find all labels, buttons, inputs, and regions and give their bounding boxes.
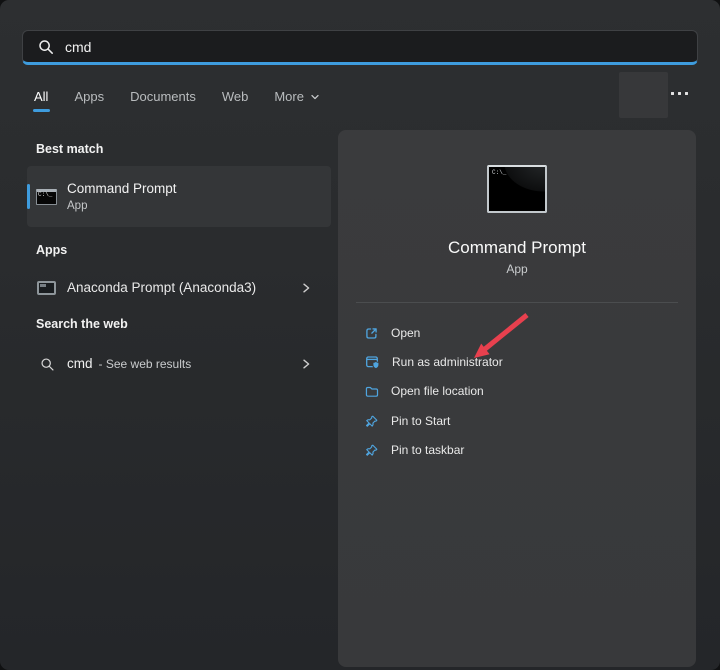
tab-more-label: More xyxy=(274,89,304,104)
tab-documents[interactable]: Documents xyxy=(130,89,196,104)
search-filter-tabs: All Apps Documents Web More xyxy=(34,89,320,104)
pin-icon xyxy=(364,414,379,429)
tab-web[interactable]: Web xyxy=(222,89,249,104)
web-result-suffix: - See web results xyxy=(99,357,192,371)
action-pin-to-taskbar[interactable]: Pin to taskbar xyxy=(338,435,696,465)
dot-icon xyxy=(685,92,688,95)
selection-accent-bar xyxy=(27,184,30,209)
console-window-icon xyxy=(37,281,56,295)
action-label: Run as administrator xyxy=(392,355,503,369)
action-label: Pin to taskbar xyxy=(391,443,464,457)
divider xyxy=(356,302,678,303)
tab-more[interactable]: More xyxy=(274,89,320,104)
windows-search-flyout: cmd All Apps Documents Web More Best mat… xyxy=(0,0,720,670)
action-label: Open xyxy=(391,326,420,340)
more-options-button[interactable] xyxy=(671,92,688,95)
chevron-down-icon xyxy=(310,92,320,102)
action-pin-to-start[interactable]: Pin to Start xyxy=(338,406,696,436)
tab-all[interactable]: All xyxy=(34,89,48,104)
web-result-text: cmd - See web results xyxy=(67,355,191,373)
action-open-file-location[interactable]: Open file location xyxy=(338,376,696,406)
cmd-icon-glyph: C:\_ xyxy=(492,169,506,176)
dot-icon xyxy=(678,92,681,95)
pin-icon xyxy=(364,443,379,458)
preview-title: Command Prompt xyxy=(338,238,696,258)
hover-highlight xyxy=(619,72,668,118)
action-label: Pin to Start xyxy=(391,414,450,428)
web-result-cmd[interactable]: cmd - See web results xyxy=(27,349,331,379)
action-label: Open file location xyxy=(391,384,484,398)
result-title: Anaconda Prompt (Anaconda3) xyxy=(67,280,256,295)
open-icon xyxy=(364,326,379,341)
result-type: App xyxy=(67,199,177,214)
web-query: cmd xyxy=(67,356,93,371)
result-text: Command Prompt App xyxy=(67,180,177,214)
apps-heading: Apps xyxy=(36,243,67,257)
search-icon xyxy=(38,39,54,55)
search-icon xyxy=(40,357,55,372)
best-match-result-command-prompt[interactable]: C:\_ Command Prompt App xyxy=(27,166,331,227)
best-match-heading: Best match xyxy=(36,142,103,156)
app-result-anaconda-prompt[interactable]: Anaconda Prompt (Anaconda3) xyxy=(27,271,331,304)
cmd-icon-glyph: C:\_ xyxy=(38,192,52,198)
preview-type: App xyxy=(338,262,696,276)
cmd-window-icon: C:\_ xyxy=(36,189,57,205)
search-query-text: cmd xyxy=(65,39,91,55)
tab-apps[interactable]: Apps xyxy=(74,89,104,104)
chevron-right-icon[interactable] xyxy=(300,358,312,370)
search-the-web-heading: Search the web xyxy=(36,317,128,331)
action-open[interactable]: Open xyxy=(338,318,696,348)
selected-tab-indicator xyxy=(33,109,50,112)
result-title: Command Prompt xyxy=(67,180,177,197)
action-run-as-administrator[interactable]: Run as administrator xyxy=(338,347,696,377)
run-as-admin-icon xyxy=(364,354,380,370)
dot-icon xyxy=(671,92,674,95)
search-input[interactable]: cmd xyxy=(22,30,698,65)
preview-panel: C:\_ Command Prompt App Open xyxy=(338,130,696,667)
chevron-right-icon[interactable] xyxy=(300,282,312,294)
folder-icon xyxy=(364,384,379,399)
cmd-window-icon-large: C:\_ xyxy=(487,165,547,213)
